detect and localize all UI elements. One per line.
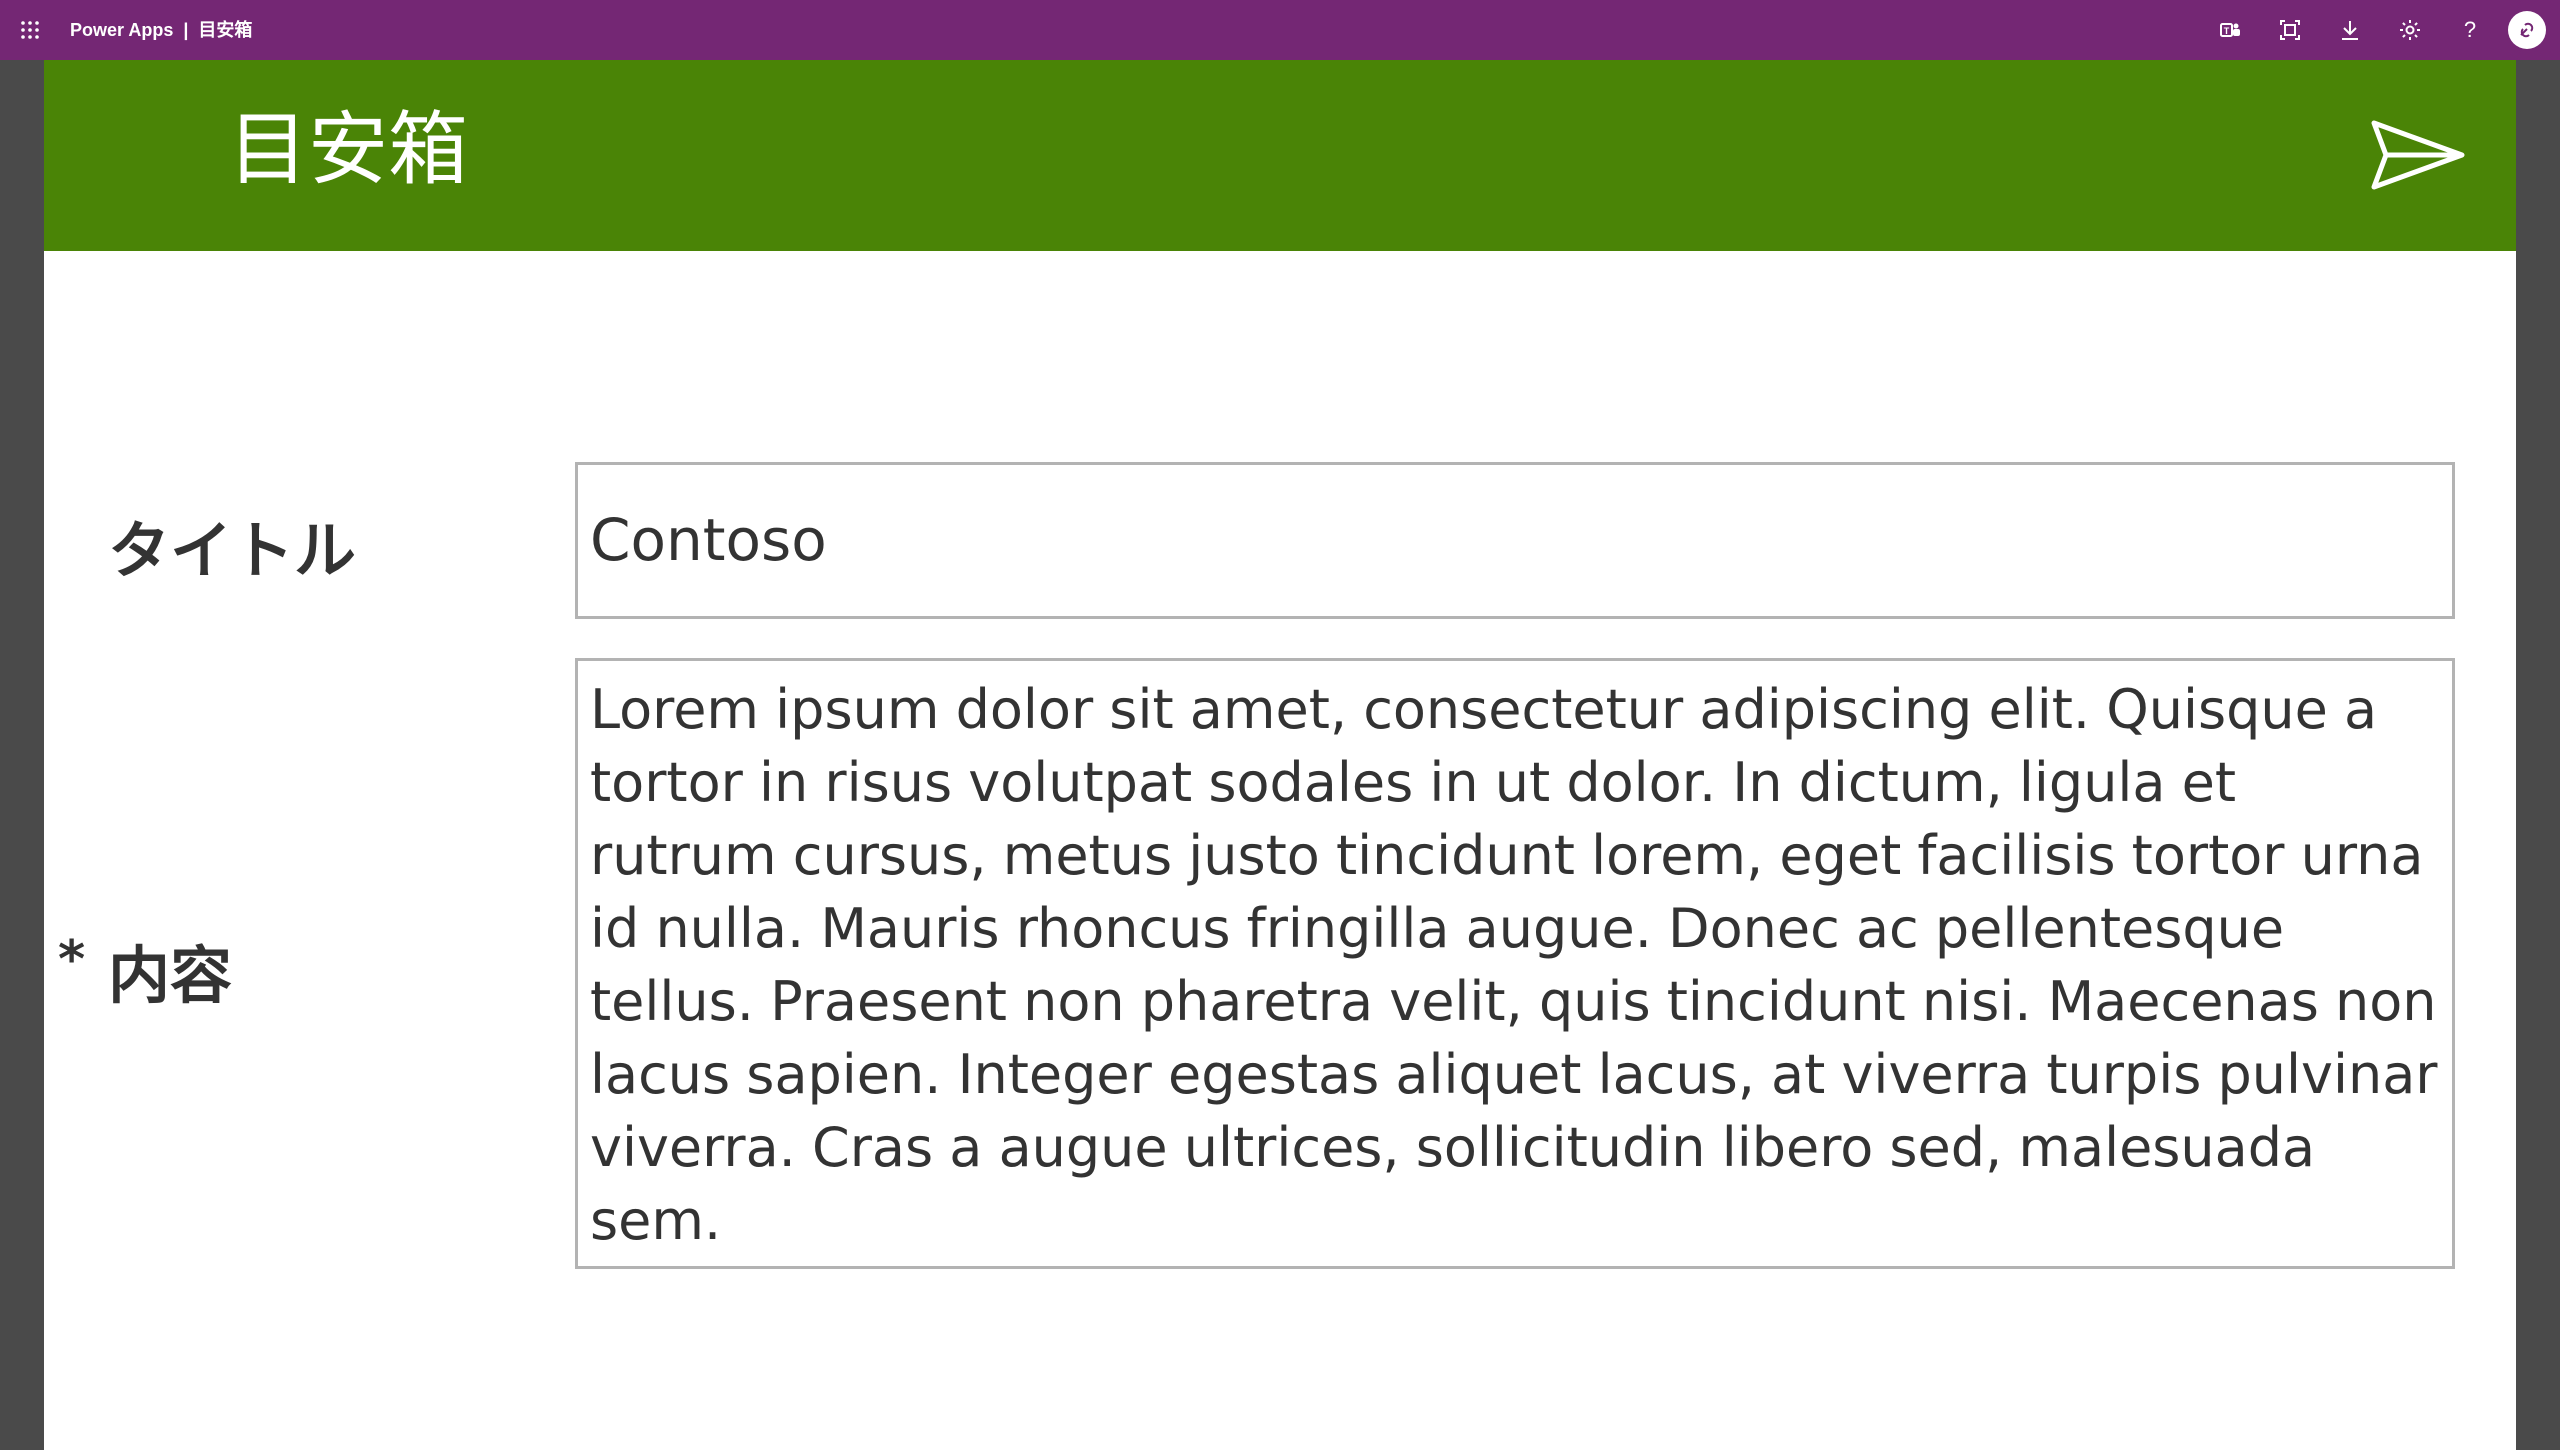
app-breadcrumb: Power Apps | 目安箱 [70, 0, 252, 60]
top-bar: Power Apps | 目安箱 T ? [0, 0, 2560, 60]
settings-icon[interactable] [2398, 18, 2422, 42]
title-label: タイトル [108, 514, 357, 587]
required-marker: * [58, 930, 86, 990]
send-icon [2371, 120, 2465, 190]
content-label: 内容 [108, 939, 233, 1012]
fit-to-window-icon[interactable] [2278, 18, 2302, 42]
product-name[interactable]: Power Apps [70, 20, 173, 40]
app-name: 目安箱 [198, 20, 253, 40]
send-button[interactable] [2368, 115, 2468, 195]
page-title: 目安箱 [228, 103, 468, 196]
content-textarea[interactable]: Lorem ipsum dolor sit amet, consectetur … [575, 658, 2455, 1269]
avatar[interactable] [2508, 11, 2546, 49]
download-icon[interactable] [2338, 18, 2362, 42]
teams-icon[interactable]: T [2218, 18, 2242, 42]
title-input[interactable]: Contoso [575, 462, 2455, 619]
waffle-icon[interactable] [20, 20, 40, 40]
app-canvas: 目安箱 タイトル Contoso * 内容 Lorem ipsum dolor … [44, 60, 2516, 1450]
breadcrumb-separator: | [183, 20, 189, 40]
app-header: 目安箱 [44, 60, 2516, 251]
help-icon[interactable]: ? [2458, 18, 2482, 42]
svg-text:T: T [2224, 26, 2230, 36]
